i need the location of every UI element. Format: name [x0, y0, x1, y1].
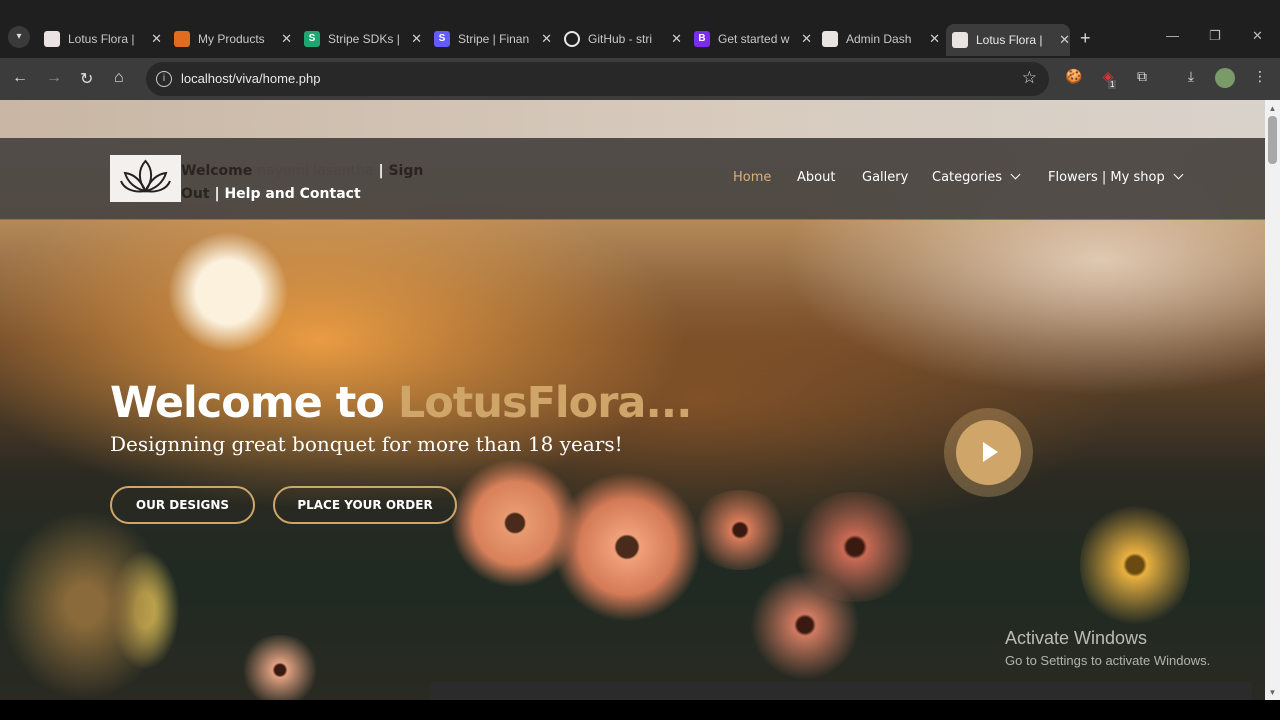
stripe-favicon-icon: S [434, 31, 450, 47]
forward-arrow-icon[interactable]: → [46, 69, 62, 87]
nav-categories[interactable]: Categories [932, 169, 1021, 185]
admin-favicon-icon [822, 31, 838, 47]
tab-close-icon[interactable]: ✕ [929, 31, 940, 47]
tab-stripe-sdks[interactable]: S Stripe SDKs | ✕ [298, 26, 422, 52]
separator: | [378, 163, 384, 179]
hero-subtitle: Designning great bonquet for more than 1… [110, 432, 623, 456]
tab-admin-dashboard[interactable]: Admin Dash ✕ [816, 26, 940, 52]
page-scrollbar[interactable]: ▲ ▼ [1265, 100, 1280, 700]
tab-title: GitHub - stri [588, 32, 653, 46]
hero-title-prefix: Welcome to [110, 378, 385, 428]
flower-decoration [240, 635, 320, 700]
cookie-extension-icon[interactable]: 🍪 [1064, 68, 1084, 88]
nav-categories-label: Categories [932, 170, 1003, 185]
chevron-down-icon [1010, 169, 1021, 180]
flower-decoration [0, 510, 170, 700]
bookmark-star-icon[interactable]: ☆ [1022, 68, 1037, 88]
tab-my-products[interactable]: My Products ✕ [168, 26, 292, 52]
our-designs-button[interactable]: OUR DESIGNS [110, 486, 255, 524]
lotus-logo-icon [120, 159, 171, 193]
nav-gallery[interactable]: Gallery [862, 170, 908, 185]
bootstrap-favicon-icon: B [694, 31, 710, 47]
welcome-label: Welcome [181, 163, 253, 179]
top-band [0, 100, 1265, 138]
site-header: Welcome nayomi lasantha | Sign Out | Hel… [0, 138, 1265, 220]
username: nayomi lasantha [257, 163, 374, 179]
menu-kebab-icon[interactable]: ⋮ [1250, 68, 1270, 88]
tab-lotus-flora-active[interactable]: Lotus Flora | ✕ [946, 24, 1070, 56]
tab-close-icon[interactable]: ✕ [281, 31, 292, 47]
stripe-sdks-favicon-icon: S [304, 31, 320, 47]
help-contact-link[interactable]: Help and Contact [224, 186, 360, 202]
chevron-down-icon [1173, 169, 1184, 180]
address-bar[interactable]: i localhost/viva/home.php ☆ [146, 62, 1049, 96]
tab-close-icon[interactable]: ✕ [151, 31, 162, 47]
tab-title: Admin Dash [846, 32, 912, 46]
tab-close-icon[interactable]: ✕ [671, 31, 682, 47]
activate-windows-title: Activate Windows [1005, 628, 1148, 648]
tab-title: Stripe | Finan [458, 32, 530, 46]
url-text[interactable]: localhost/viva/home.php [181, 71, 320, 86]
tab-lotus-flora-1[interactable]: Lotus Flora | ✕ [38, 26, 162, 52]
page-viewport: Welcome nayomi lasantha | Sign Out | Hel… [0, 100, 1265, 700]
nav-shop[interactable]: Flowers | My shop [1048, 169, 1184, 185]
screen-bottom-bar [0, 700, 1280, 720]
overlay-strip [430, 682, 1252, 700]
tab-title: Get started w [718, 32, 790, 46]
tab-github[interactable]: GitHub - stri ✕ [558, 26, 682, 52]
tab-title: Lotus Flora | [976, 33, 1043, 47]
profile-avatar[interactable] [1215, 68, 1235, 88]
tab-title: My Products [198, 32, 265, 46]
tab-close-icon[interactable]: ✕ [411, 31, 422, 47]
lotus-favicon-icon [952, 32, 968, 48]
tab-get-started[interactable]: B Get started w ✕ [688, 26, 812, 52]
flower-decoration [1080, 500, 1190, 630]
download-icon[interactable]: ⤓ [1181, 68, 1201, 88]
restore-icon[interactable]: ❐ [1209, 28, 1221, 44]
tab-search-button[interactable]: ▾ [8, 26, 30, 48]
extension-badge: 1 [1108, 80, 1117, 89]
nav-about[interactable]: About [797, 170, 835, 185]
home-icon[interactable]: ⌂ [114, 69, 124, 87]
reload-icon[interactable]: ↻ [80, 69, 93, 89]
scroll-up-icon[interactable]: ▲ [1268, 104, 1277, 113]
site-info-icon[interactable]: i [156, 71, 172, 87]
products-favicon-icon [174, 31, 190, 47]
browser-toolbar: ← → ↻ ⌂ i localhost/viva/home.php ☆ 🍪 ◈ … [0, 58, 1280, 100]
hero-title: Welcome to LotusFlora... [110, 378, 693, 428]
activate-windows-subtitle: Go to Settings to activate Windows. [1005, 653, 1211, 668]
minimize-icon[interactable]: — [1166, 28, 1179, 43]
flower-decoration [690, 490, 790, 570]
new-tab-icon[interactable]: + [1080, 28, 1091, 49]
tab-strip: ▾ Lotus Flora | ✕ My Products ✕ S Stripe… [0, 0, 1280, 58]
nav-home[interactable]: Home [733, 170, 771, 185]
github-favicon-icon [564, 31, 580, 47]
flower-decoration [552, 472, 702, 622]
tab-title: Stripe SDKs | [328, 32, 400, 46]
play-circle [956, 420, 1021, 485]
lotus-favicon-icon [44, 31, 60, 47]
window-close-icon[interactable]: ✕ [1252, 28, 1263, 44]
video-play-button[interactable] [944, 408, 1033, 497]
back-arrow-icon[interactable]: ← [12, 69, 28, 87]
tab-stripe-finance[interactable]: S Stripe | Finan ✕ [428, 26, 552, 52]
welcome-user-block: Welcome nayomi lasantha | Sign Out | Hel… [181, 160, 446, 206]
nav-shop-label: Flowers | My shop [1048, 170, 1165, 185]
extensions-puzzle-icon[interactable]: ⧉ [1132, 68, 1152, 88]
flower-decoration [750, 570, 860, 680]
tab-close-icon[interactable]: ✕ [541, 31, 552, 47]
scroll-down-icon[interactable]: ▼ [1268, 688, 1277, 697]
scroll-thumb[interactable] [1268, 116, 1277, 164]
hero-title-brand: LotusFlora... [397, 378, 693, 428]
tab-close-icon[interactable]: ✕ [801, 31, 812, 47]
separator: | [214, 186, 220, 202]
lotus-logo[interactable] [110, 155, 181, 202]
tab-title: Lotus Flora | [68, 32, 135, 46]
play-icon [983, 442, 998, 462]
place-order-button[interactable]: PLACE YOUR ORDER [273, 486, 457, 524]
tab-close-icon[interactable]: ✕ [1059, 32, 1070, 48]
